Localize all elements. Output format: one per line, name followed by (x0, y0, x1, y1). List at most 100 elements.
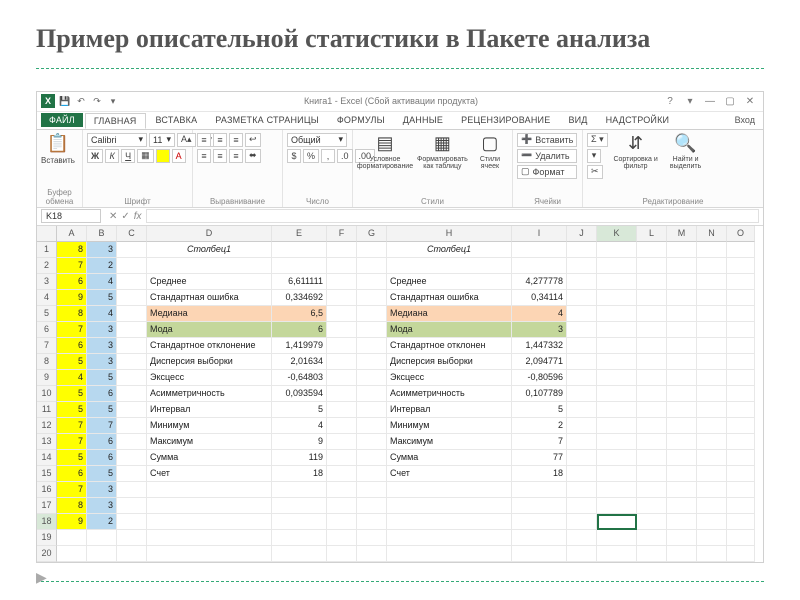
cell-O2[interactable] (727, 258, 755, 274)
cell-C8[interactable] (117, 354, 147, 370)
cell-G3[interactable] (357, 274, 387, 290)
cell-I4[interactable]: 0,34114 (512, 290, 567, 306)
cell-B14[interactable]: 6 (87, 450, 117, 466)
cell-D4[interactable]: Стандартная ошибка (147, 290, 272, 306)
cell-M9[interactable] (667, 370, 697, 386)
cell-J5[interactable] (567, 306, 597, 322)
underline-button[interactable]: Ч (121, 149, 135, 163)
cell-E13[interactable]: 9 (272, 434, 327, 450)
cell-K7[interactable] (597, 338, 637, 354)
cell-F18[interactable] (327, 514, 357, 530)
col-header-B[interactable]: B (87, 226, 117, 242)
cell-I15[interactable]: 18 (512, 466, 567, 482)
cell-N4[interactable] (697, 290, 727, 306)
cell-G2[interactable] (357, 258, 387, 274)
cell-O3[interactable] (727, 274, 755, 290)
cell-E4[interactable]: 0,334692 (272, 290, 327, 306)
undo-icon[interactable]: ↶ (75, 95, 87, 107)
cell-J17[interactable] (567, 498, 597, 514)
row-header-16[interactable]: 16 (37, 482, 57, 498)
cell-A20[interactable] (57, 546, 87, 562)
sort-filter-button[interactable]: ⇵Сортировка и фильтр (612, 133, 660, 170)
tab-данные[interactable]: ДАННЫЕ (395, 113, 451, 127)
cell-N11[interactable] (697, 402, 727, 418)
cell-C9[interactable] (117, 370, 147, 386)
cell-G17[interactable] (357, 498, 387, 514)
cell-L12[interactable] (637, 418, 667, 434)
cell-B16[interactable]: 3 (87, 482, 117, 498)
cell-G5[interactable] (357, 306, 387, 322)
cell-H14[interactable]: Сумма (387, 450, 512, 466)
col-header-N[interactable]: N (697, 226, 727, 242)
tab-разметка страницы[interactable]: РАЗМЕТКА СТРАНИЦЫ (207, 113, 327, 127)
cell-O12[interactable] (727, 418, 755, 434)
cell-L20[interactable] (637, 546, 667, 562)
cell-N16[interactable] (697, 482, 727, 498)
cell-L2[interactable] (637, 258, 667, 274)
cell-B3[interactable]: 4 (87, 274, 117, 290)
cell-D7[interactable]: Стандартное отклонение (147, 338, 272, 354)
tab-вид[interactable]: ВИД (560, 113, 595, 127)
cell-C4[interactable] (117, 290, 147, 306)
cell-O8[interactable] (727, 354, 755, 370)
cell-M19[interactable] (667, 530, 697, 546)
signin-link[interactable]: Вход (735, 115, 763, 125)
cell-D19[interactable] (147, 530, 272, 546)
cell-H7[interactable]: Стандартное отклонен (387, 338, 512, 354)
name-box[interactable]: K18 (41, 209, 101, 223)
tab-file[interactable]: ФАЙЛ (41, 113, 83, 127)
cell-J8[interactable] (567, 354, 597, 370)
cell-E11[interactable]: 5 (272, 402, 327, 418)
cell-C14[interactable] (117, 450, 147, 466)
col-header-I[interactable]: I (512, 226, 567, 242)
cell-O1[interactable] (727, 242, 755, 258)
cell-N7[interactable] (697, 338, 727, 354)
cell-J16[interactable] (567, 482, 597, 498)
cell-F1[interactable] (327, 242, 357, 258)
cell-L8[interactable] (637, 354, 667, 370)
cell-I11[interactable]: 5 (512, 402, 567, 418)
cell-N1[interactable] (697, 242, 727, 258)
select-all-corner[interactable] (37, 226, 57, 242)
cell-H1[interactable]: Столбец1 (387, 242, 512, 258)
cell-C19[interactable] (117, 530, 147, 546)
delete-cells-button[interactable]: ➖ Удалить (517, 149, 577, 163)
cell-D16[interactable] (147, 482, 272, 498)
cell-M3[interactable] (667, 274, 697, 290)
cell-L7[interactable] (637, 338, 667, 354)
cell-F20[interactable] (327, 546, 357, 562)
cell-I1[interactable] (512, 242, 567, 258)
cell-N20[interactable] (697, 546, 727, 562)
cell-M20[interactable] (667, 546, 697, 562)
cell-M16[interactable] (667, 482, 697, 498)
cell-J9[interactable] (567, 370, 597, 386)
cell-L19[interactable] (637, 530, 667, 546)
cell-H2[interactable] (387, 258, 512, 274)
cell-H18[interactable] (387, 514, 512, 530)
cell-H19[interactable] (387, 530, 512, 546)
cell-K9[interactable] (597, 370, 637, 386)
cell-F6[interactable] (327, 322, 357, 338)
cell-M15[interactable] (667, 466, 697, 482)
cell-E3[interactable]: 6,611111 (272, 274, 327, 290)
minimize-button[interactable]: — (703, 94, 717, 108)
cell-N10[interactable] (697, 386, 727, 402)
row-header-1[interactable]: 1 (37, 242, 57, 258)
cell-E17[interactable] (272, 498, 327, 514)
fill-button[interactable]: ▾ (587, 149, 601, 163)
col-header-M[interactable]: M (667, 226, 697, 242)
cell-B5[interactable]: 4 (87, 306, 117, 322)
cell-C18[interactable] (117, 514, 147, 530)
cell-L6[interactable] (637, 322, 667, 338)
insert-cells-button[interactable]: ➕ Вставить (517, 133, 577, 147)
cell-J2[interactable] (567, 258, 597, 274)
cell-B11[interactable]: 5 (87, 402, 117, 418)
cell-K1[interactable] (597, 242, 637, 258)
cell-G10[interactable] (357, 386, 387, 402)
cell-F11[interactable] (327, 402, 357, 418)
cell-C11[interactable] (117, 402, 147, 418)
cell-B8[interactable]: 3 (87, 354, 117, 370)
cell-N19[interactable] (697, 530, 727, 546)
cell-A18[interactable]: 9 (57, 514, 87, 530)
font-size-select[interactable]: 11▾ (149, 133, 175, 147)
